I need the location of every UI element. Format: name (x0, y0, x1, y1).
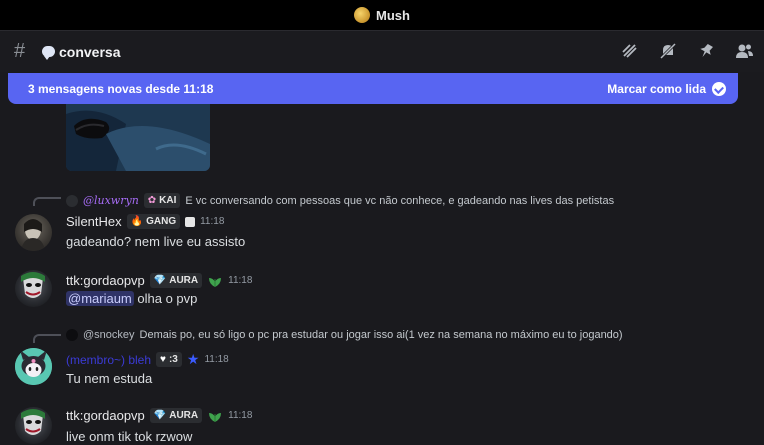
title-bar: Mush (0, 0, 764, 30)
leaf-badge-icon (209, 412, 222, 422)
reply-author[interactable]: @snockey (83, 329, 135, 341)
hash-icon: # (14, 40, 26, 62)
server-tag: 💎 AURA (149, 408, 203, 423)
username[interactable]: ttk:gordaopvp (66, 408, 145, 423)
reply-text: E vc conversando com pessoas que vc não … (185, 194, 615, 207)
message-header: ttk:gordaopvp 💎 AURA 11:18 (66, 408, 252, 423)
reply-text: Demais po, eu só ligo o pc pra estudar o… (139, 329, 623, 341)
timestamp: 11:18 (204, 354, 229, 365)
message-item[interactable]: @snockey Demais po, eu só ligo o pc pra … (0, 326, 764, 396)
fire-icon: 🔥 (130, 216, 144, 227)
message-content: live onm tik tok rzwow (66, 429, 193, 444)
avatar[interactable] (15, 348, 52, 385)
message-item[interactable]: @luxwryn ✿ KAI E vc conversando com pesso… (0, 190, 764, 260)
header-toolbar (620, 41, 754, 61)
server-tag-label: :3 (168, 354, 178, 365)
image-attachment[interactable] (66, 104, 210, 171)
reply-preview[interactable]: @luxwryn ✿ KAI E vc conversando com pesso… (66, 193, 614, 208)
message-content: @mariaum olha o pvp (66, 291, 197, 306)
new-messages-text: 3 mensagens novas desde 11:18 (28, 81, 214, 96)
server-tag-label: GANG (146, 216, 177, 227)
badge-icon (185, 216, 196, 227)
leaf-badge-icon (209, 277, 222, 287)
reply-avatar (66, 194, 78, 207)
server-tag: 💎 AURA (149, 273, 203, 288)
muted-bell-icon[interactable] (658, 41, 678, 61)
star-badge-icon: ★ (186, 351, 200, 367)
mark-as-read-label: Marcar como lida (607, 81, 706, 96)
server-tag: 🔥 GANG (126, 214, 181, 229)
reply-preview[interactable]: @snockey Demais po, eu só ligo o pc pra … (66, 329, 623, 341)
avatar[interactable] (15, 407, 52, 444)
server-icon (354, 7, 371, 23)
threads-icon[interactable] (620, 41, 640, 61)
server-tag: ♥:3 (156, 352, 182, 367)
server-name: Mush (376, 7, 410, 23)
message-header: (membro~) bleh ♥:3 ★ 11:18 (66, 351, 229, 368)
message-text: olha o pvp (137, 291, 198, 306)
mark-as-read-button[interactable]: Marcar como lida (607, 81, 726, 96)
timestamp: 11:18 (228, 275, 253, 286)
message-header: ttk:gordaopvp 💎 AURA 11:18 (66, 273, 252, 288)
avatar[interactable] (15, 270, 52, 307)
diamond-icon: 💎 (153, 275, 167, 286)
server-tag: ✿ KAI (143, 193, 181, 208)
server-tag-label: AURA (169, 410, 199, 421)
timestamp: 11:18 (200, 216, 225, 227)
message-content: Tu nem estuda (66, 371, 153, 386)
reply-connector (33, 197, 61, 206)
reply-connector (33, 334, 61, 343)
reply-author[interactable]: @luxwryn (83, 194, 139, 207)
message-item[interactable]: ttk:gordaopvp 💎 AURA 11:18 @mariaum olha … (0, 270, 764, 320)
pin-icon[interactable] (696, 41, 716, 61)
server-tag-label: KAI (159, 195, 177, 206)
message-item[interactable]: ttk:gordaopvp 💎 AURA 11:18 live onm tik t… (0, 405, 764, 445)
user-mention[interactable]: @mariaum (66, 291, 134, 306)
message-content: gadeando? nem live eu assisto (66, 234, 246, 249)
username[interactable]: (membro~) bleh (66, 353, 151, 367)
avatar[interactable] (15, 214, 52, 251)
server-tag-label: AURA (169, 275, 199, 286)
members-icon[interactable] (734, 41, 754, 61)
mark-read-icon (712, 81, 726, 96)
message-header: SilentHex 🔥 GANG 11:18 (66, 214, 224, 229)
channel-header: # conversa (0, 30, 764, 72)
username[interactable]: SilentHex (66, 214, 122, 229)
username[interactable]: ttk:gordaopvp (66, 273, 145, 288)
new-messages-banner[interactable]: 3 mensagens novas desde 11:18 Marcar com… (8, 73, 738, 104)
channel-name: conversa (59, 43, 121, 60)
flower-icon: ✿ (147, 195, 157, 206)
reply-avatar (66, 329, 78, 341)
speech-bubble-icon (42, 46, 55, 60)
timestamp: 11:18 (228, 410, 253, 421)
heart-icon: ♥ (160, 354, 166, 365)
diamond-icon: 💎 (153, 410, 167, 421)
